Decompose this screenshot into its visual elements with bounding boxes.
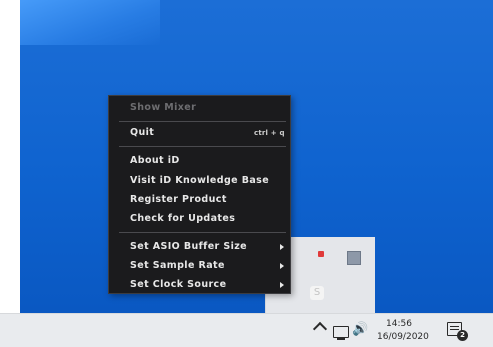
- context-menu: Show Mixer Quit ctrl + q About iD Visit …: [108, 95, 291, 294]
- submenu-arrow-icon: [280, 282, 284, 288]
- quit-shortcut: ctrl + q: [254, 129, 285, 137]
- store-tray-icon[interactable]: S: [310, 286, 324, 300]
- desktop-glow: [20, 0, 160, 45]
- menu-separator: [119, 146, 286, 147]
- volume-icon[interactable]: 🔊: [352, 322, 368, 337]
- menu-item-clock-source[interactable]: Set Clock Source: [130, 279, 226, 290]
- notification-icon[interactable]: 2: [447, 322, 468, 341]
- chevron-up-icon[interactable]: [312, 321, 328, 337]
- menu-item-about[interactable]: About iD: [130, 155, 180, 166]
- menu-item-quit[interactable]: Quit: [130, 127, 154, 138]
- clock-date[interactable]: 16/09/2020: [377, 332, 429, 342]
- menu-item-check-updates[interactable]: Check for Updates: [130, 213, 235, 224]
- taskbar: 🔊 14:56 16/09/2020 2: [0, 313, 493, 347]
- square-tray-icon[interactable]: [347, 251, 361, 265]
- network-icon[interactable]: [333, 326, 349, 340]
- menu-separator: [119, 121, 286, 122]
- menu-item-register-product[interactable]: Register Product: [130, 194, 227, 205]
- clock-time[interactable]: 14:56: [386, 319, 412, 329]
- app-tray-icon[interactable]: [310, 250, 326, 266]
- submenu-arrow-icon: [280, 263, 284, 269]
- submenu-arrow-icon: [280, 244, 284, 250]
- notification-count-badge: 2: [457, 330, 468, 341]
- menu-item-asio-buffer-size[interactable]: Set ASIO Buffer Size: [130, 241, 247, 252]
- menu-item-knowledge-base[interactable]: Visit iD Knowledge Base: [130, 175, 269, 186]
- menu-item-show-mixer: Show Mixer: [130, 102, 197, 113]
- menu-separator: [119, 232, 286, 233]
- menu-item-sample-rate[interactable]: Set Sample Rate: [130, 260, 225, 271]
